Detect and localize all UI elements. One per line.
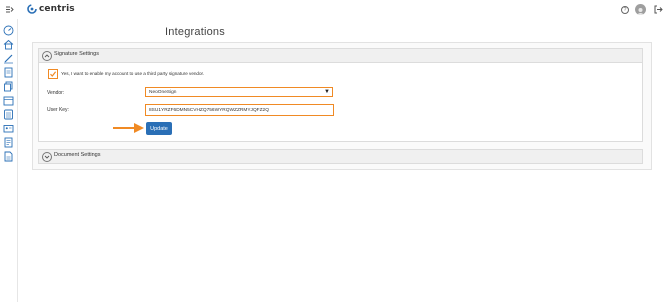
brand-name: centris — [39, 4, 75, 14]
vendor-label: Vendor: — [47, 90, 65, 96]
user-key-input[interactable] — [145, 104, 334, 116]
update-button[interactable]: Update — [146, 122, 172, 135]
id-card-icon[interactable] — [3, 121, 14, 133]
calendar-icon[interactable] — [3, 93, 14, 106]
vendor-select-value: NeoOneSign — [149, 90, 177, 95]
third-party-vendor-checkbox[interactable] — [48, 69, 58, 79]
centris-logo-mark-icon — [27, 4, 37, 14]
notes-icon[interactable] — [3, 135, 14, 148]
annotation-arrow-icon — [113, 123, 144, 133]
logout-icon[interactable] — [654, 5, 663, 14]
chevron-up-icon[interactable] — [42, 51, 52, 61]
document-icon[interactable] — [3, 65, 14, 78]
caret-down-icon: ▼ — [324, 89, 330, 95]
page-title: Integrations — [165, 26, 225, 38]
user-key-label: User Key: — [47, 107, 69, 113]
third-party-vendor-label: Yes, I want to enable my account to use … — [61, 71, 205, 76]
collapse-menu-icon[interactable] — [5, 5, 14, 14]
chevron-down-icon[interactable] — [42, 152, 52, 162]
report-icon[interactable] — [3, 149, 14, 162]
checkmark-icon — [50, 71, 57, 77]
document-settings-title: Document Settings — [54, 152, 101, 158]
edit-icon[interactable] — [3, 51, 14, 64]
user-silhouette-icon — [637, 8, 644, 15]
signature-settings-header[interactable]: Signature Settings — [39, 49, 642, 63]
document-settings-section[interactable]: Document Settings — [38, 149, 643, 164]
sidebar — [0, 19, 18, 302]
centris-logo[interactable]: centris — [27, 3, 75, 15]
list-icon[interactable] — [3, 107, 14, 120]
top-bar: centris ? — [0, 0, 670, 19]
signature-settings-title: Signature Settings — [54, 51, 99, 57]
user-avatar[interactable] — [635, 4, 646, 15]
help-icon[interactable]: ? — [621, 6, 629, 14]
home-icon[interactable] — [3, 37, 14, 50]
files-icon[interactable] — [3, 79, 14, 92]
vendor-select[interactable]: NeoOneSign ▼ — [145, 87, 333, 97]
